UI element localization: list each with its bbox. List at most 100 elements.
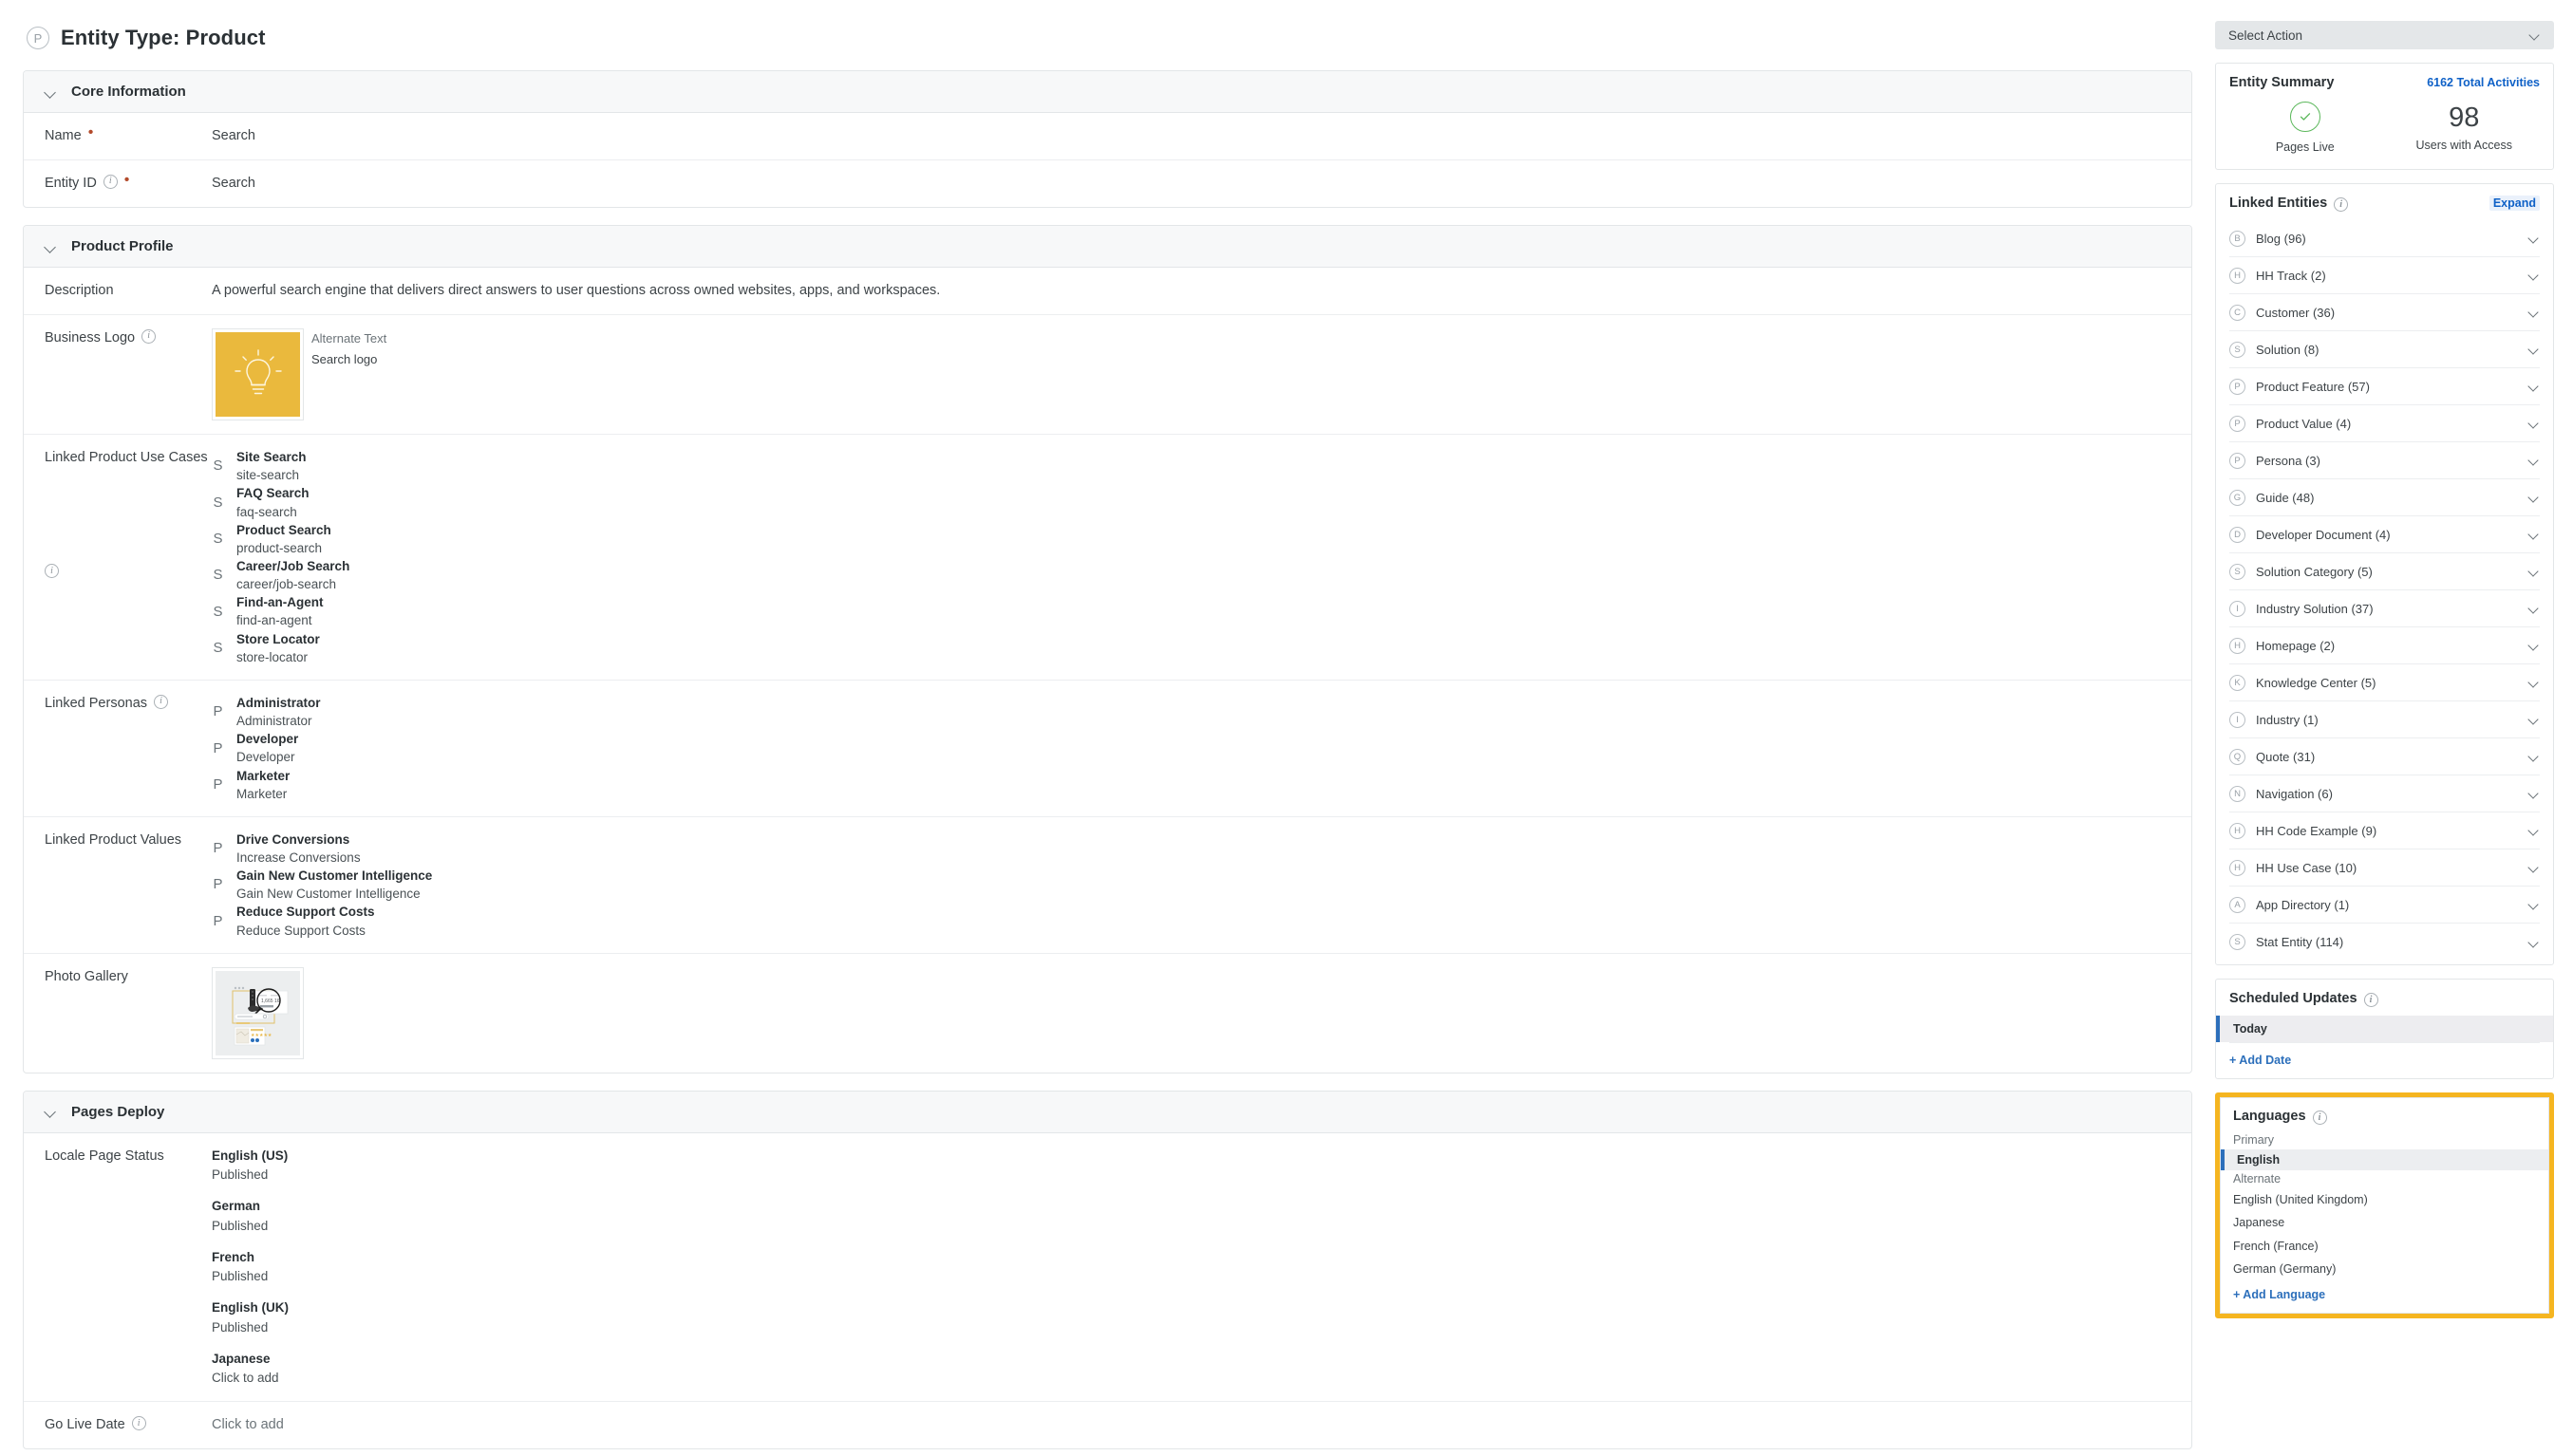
list-item[interactable]: English (UK) Published [212, 1298, 2170, 1337]
list-item[interactable]: P Administrator Administrator [212, 694, 2170, 730]
list-item[interactable]: Japanese [2221, 1211, 2548, 1234]
list-item[interactable]: H HH Code Example (9) [2229, 812, 2540, 849]
info-icon[interactable]: i [141, 329, 157, 345]
list-item[interactable]: S Solution Category (5) [2229, 553, 2540, 590]
list-item[interactable]: H Homepage (2) [2229, 627, 2540, 664]
list-item[interactable]: B Blog (96) [2229, 220, 2540, 257]
chevron-down-icon[interactable] [2528, 270, 2540, 281]
entity-id-value[interactable]: Search [212, 174, 2170, 194]
info-icon[interactable]: i [154, 694, 169, 709]
info-icon[interactable]: i [131, 1416, 146, 1431]
list-item[interactable]: S Find-an-Agent find-an-agent [212, 593, 2170, 629]
info-icon[interactable]: i [2363, 992, 2378, 1007]
list-item[interactable]: S Career/Job Search career/job-search [212, 557, 2170, 593]
core-information-header[interactable]: Core Information [24, 71, 2191, 113]
list-item[interactable]: I Industry (1) [2229, 701, 2540, 738]
list-item[interactable]: C Customer (36) [2229, 294, 2540, 331]
chevron-down-icon[interactable] [2528, 825, 2540, 836]
list-item[interactable]: H HH Track (2) [2229, 257, 2540, 294]
chevron-down-icon[interactable] [2528, 307, 2540, 318]
entity-glyph-icon: P [213, 775, 223, 793]
list-item[interactable]: H HH Use Case (10) [2229, 849, 2540, 887]
list-item[interactable]: I Industry Solution (37) [2229, 590, 2540, 627]
list-item-sub: Gain New Customer Intelligence [236, 887, 421, 902]
name-value[interactable]: Search [212, 126, 2170, 146]
alternate-text-value[interactable]: Search logo [311, 349, 386, 370]
list-item[interactable]: A App Directory (1) [2229, 887, 2540, 924]
list-item[interactable]: S Store Locator store-locator [212, 630, 2170, 666]
list-item[interactable]: P Drive Conversions Increase Conversions [212, 831, 2170, 867]
chevron-down-icon[interactable] [2528, 529, 2540, 540]
personas-value: P Administrator Administrator P Develope… [212, 694, 2170, 803]
chevron-down-icon[interactable] [2528, 788, 2540, 799]
list-item[interactable]: P Developer Developer [212, 730, 2170, 766]
list-item[interactable]: P Product Value (4) [2229, 405, 2540, 442]
info-icon[interactable]: i [103, 175, 118, 190]
list-item[interactable]: S Solution (8) [2229, 331, 2540, 368]
info-icon[interactable]: i [2334, 196, 2349, 212]
use-cases-label-group: Linked Product Use Cases i [45, 448, 212, 666]
add-language-link[interactable]: + Add Language [2221, 1280, 2548, 1301]
info-icon[interactable]: i [2312, 1110, 2327, 1125]
chevron-down-icon[interactable] [2528, 233, 2540, 244]
list-item[interactable]: P Gain New Customer Intelligence Gain Ne… [212, 867, 2170, 903]
chevron-down-icon[interactable] [45, 1105, 58, 1118]
entity-label: HH Track (2) [2256, 268, 2326, 283]
chevron-down-icon[interactable] [2528, 603, 2540, 614]
list-item[interactable]: N Navigation (6) [2229, 775, 2540, 812]
chevron-down-icon[interactable] [2528, 862, 2540, 873]
list-item[interactable]: S Site Search site-search [212, 448, 2170, 484]
entity-label: Stat Entity (114) [2256, 935, 2344, 949]
chevron-down-icon[interactable] [2528, 344, 2540, 355]
business-logo-thumbnail[interactable] [212, 328, 304, 421]
chevron-down-icon[interactable] [2528, 418, 2540, 429]
locale-name: English (UK) [212, 1300, 289, 1316]
list-item[interactable]: P Reduce Support Costs Reduce Support Co… [212, 903, 2170, 939]
list-item[interactable]: Japanese Click to add [212, 1350, 2170, 1389]
use-cases-label: Linked Product Use Cases [45, 450, 208, 466]
scheduled-today-row: Today [2216, 1016, 2553, 1042]
expand-link[interactable]: Expand [2488, 196, 2540, 211]
list-item[interactable]: French Published [212, 1248, 2170, 1287]
list-item[interactable]: Q Quote (31) [2229, 738, 2540, 775]
photo-gallery-thumbnail[interactable]: 1,665 16 ★★★★★ [212, 966, 304, 1059]
list-item[interactable]: G Guide (48) [2229, 479, 2540, 516]
entity-label: Knowledge Center (5) [2256, 675, 2376, 690]
chevron-down-icon[interactable] [2528, 899, 2540, 910]
pages-deploy-header[interactable]: Pages Deploy [24, 1091, 2191, 1133]
add-date-link[interactable]: + Add Date [2216, 1043, 2553, 1078]
list-item[interactable]: D Developer Document (4) [2229, 516, 2540, 553]
list-item[interactable]: French (France) [2221, 1235, 2548, 1258]
primary-language-row[interactable]: English [2221, 1149, 2548, 1170]
chevron-down-icon[interactable] [2528, 566, 2540, 577]
entity-glyph-icon: S [213, 457, 223, 475]
chevron-down-icon[interactable] [2528, 492, 2540, 503]
list-item[interactable]: P Persona (3) [2229, 442, 2540, 479]
product-profile-header[interactable]: Product Profile [24, 226, 2191, 269]
total-activities-link[interactable]: 6162 Total Activities [2427, 76, 2540, 89]
list-item[interactable]: English (United Kingdom) [2221, 1188, 2548, 1211]
select-action-dropdown[interactable]: Select Action [2215, 21, 2554, 49]
chevron-down-icon[interactable] [2528, 677, 2540, 688]
list-item[interactable]: German (Germany) [2221, 1258, 2548, 1280]
list-item[interactable]: English (US) Published [212, 1147, 2170, 1185]
list-item[interactable]: S FAQ Search faq-search [212, 484, 2170, 520]
description-value[interactable]: A powerful search engine that delivers d… [212, 281, 2170, 301]
list-item[interactable]: P Marketer Marketer [212, 767, 2170, 803]
scheduled-updates-panel: Scheduled Updates i Today + Add Date [2215, 979, 2554, 1079]
list-item[interactable]: K Knowledge Center (5) [2229, 664, 2540, 701]
chevron-down-icon[interactable] [2528, 381, 2540, 392]
list-item[interactable]: P Product Feature (57) [2229, 368, 2540, 405]
chevron-down-icon[interactable] [45, 240, 58, 253]
chevron-down-icon[interactable] [2528, 640, 2540, 651]
list-item[interactable]: S Product Search product-search [212, 521, 2170, 557]
chevron-down-icon[interactable] [2528, 937, 2540, 948]
chevron-down-icon[interactable] [2528, 751, 2540, 762]
list-item[interactable]: S Stat Entity (114) [2229, 924, 2540, 961]
chevron-down-icon[interactable] [2528, 714, 2540, 725]
info-icon[interactable]: i [45, 564, 59, 579]
go-live-date-value[interactable]: Click to add [212, 1415, 2170, 1435]
chevron-down-icon[interactable] [2528, 455, 2540, 466]
list-item[interactable]: German Published [212, 1197, 2170, 1236]
chevron-down-icon[interactable] [45, 85, 58, 99]
